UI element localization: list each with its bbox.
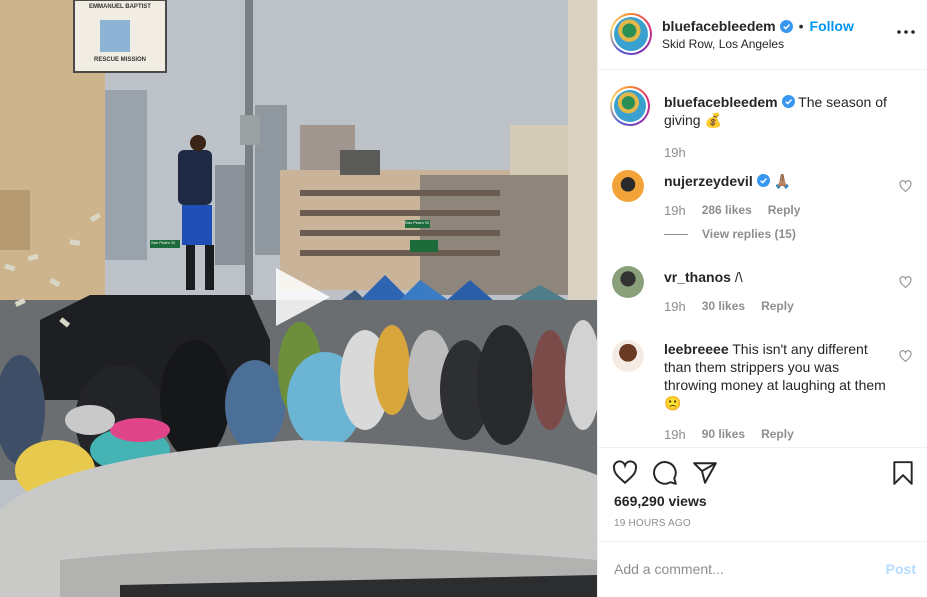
like-comment-icon[interactable] (899, 180, 912, 193)
like-comment-icon[interactable] (899, 276, 912, 289)
commenter-avatar[interactable] (612, 340, 644, 372)
caption-avatar[interactable] (610, 86, 650, 126)
post-video[interactable]: EMMANUEL BAPTIST RESCUE MISSION San Pedr… (0, 0, 597, 597)
comment-item: leebreeee This isn't any different than … (612, 340, 912, 445)
comment-item: vr_thanos /\ 19h 30 likes Reply (612, 266, 912, 326)
comment-text: /\ (734, 269, 743, 285)
street-sign-text: San Pedro St (405, 220, 429, 225)
post-header: bluefacebleedem • Follow Skid Row, Los A… (598, 0, 927, 70)
replies-divider (664, 233, 688, 235)
caption-time[interactable]: 19h (664, 145, 686, 160)
sign-text: EMMANUEL BAPTIST (89, 4, 151, 10)
comment-time[interactable]: 19h (664, 299, 686, 314)
sign-text: RESCUE MISSION (93, 57, 146, 63)
post-comment-button[interactable]: Post (886, 561, 916, 577)
comment-icon[interactable] (652, 460, 678, 486)
comment-item: nujerzeydevil 🙏🏽 19h 286 likes Reply Vie… (612, 170, 912, 250)
caption: bluefacebleedem The season of giving 💰 1… (610, 86, 912, 168)
like-comment-icon[interactable] (899, 350, 912, 363)
play-icon[interactable] (266, 262, 336, 332)
verified-icon (781, 95, 795, 108)
comment-time[interactable]: 19h (664, 203, 686, 218)
comment-username[interactable]: nujerzeydevil (664, 173, 753, 189)
comment-username[interactable]: leebreeee (664, 341, 729, 357)
comment-composer: Post (598, 541, 927, 597)
view-count[interactable]: 669,290 views (614, 493, 707, 509)
action-bar: 669,290 views 19 HOURS AGO (598, 447, 927, 541)
comment-body: vr_thanos /\ (664, 268, 894, 286)
verified-icon (779, 19, 793, 33)
share-icon[interactable] (692, 460, 718, 486)
verified-icon (756, 174, 770, 187)
reply-button[interactable]: Reply (768, 203, 801, 218)
heart-icon[interactable] (612, 460, 638, 486)
comment-text: 🙏🏽 (773, 173, 791, 189)
comment-meta: 19h 286 likes Reply (664, 203, 800, 218)
comment-likes[interactable]: 286 likes (702, 203, 752, 218)
comment-input[interactable] (614, 558, 864, 580)
author-username[interactable]: bluefacebleedem (662, 18, 776, 34)
post-sidebar: bluefacebleedem • Follow Skid Row, Los A… (597, 0, 927, 597)
follow-button[interactable]: Follow (810, 18, 854, 34)
caption-body: bluefacebleedem The season of giving 💰 (664, 93, 894, 129)
comment-time[interactable]: 19h (664, 427, 686, 442)
caption-username[interactable]: bluefacebleedem (664, 94, 778, 110)
comment-body: leebreeee This isn't any different than … (664, 340, 894, 412)
reply-button[interactable]: Reply (761, 299, 794, 314)
street-sign-text: San Pedro St (151, 240, 175, 245)
view-replies-label: View replies (15) (702, 227, 796, 241)
reply-button[interactable]: Reply (761, 427, 794, 442)
comment-username[interactable]: vr_thanos (664, 269, 731, 285)
commenter-avatar[interactable] (612, 170, 644, 202)
author-avatar[interactable] (610, 13, 652, 55)
author-info: bluefacebleedem • Follow (662, 18, 854, 34)
caption-meta: 19h (664, 145, 686, 160)
bookmark-icon[interactable] (890, 460, 916, 486)
comment-meta: 19h 90 likes Reply (664, 427, 794, 442)
post-location[interactable]: Skid Row, Los Angeles (662, 37, 784, 51)
comments-list[interactable]: bluefacebleedem The season of giving 💰 1… (598, 70, 927, 447)
post-timestamp[interactable]: 19 HOURS AGO (614, 518, 691, 529)
more-options-icon[interactable] (896, 22, 916, 42)
comment-meta: 19h 30 likes Reply (664, 299, 794, 314)
comment-body: nujerzeydevil 🙏🏽 (664, 172, 894, 190)
commenter-avatar[interactable] (612, 266, 644, 298)
view-replies-button[interactable]: View replies (15) (664, 227, 796, 241)
comment-likes[interactable]: 30 likes (702, 299, 745, 314)
comment-likes[interactable]: 90 likes (702, 427, 745, 442)
separator-dot: • (798, 18, 804, 34)
